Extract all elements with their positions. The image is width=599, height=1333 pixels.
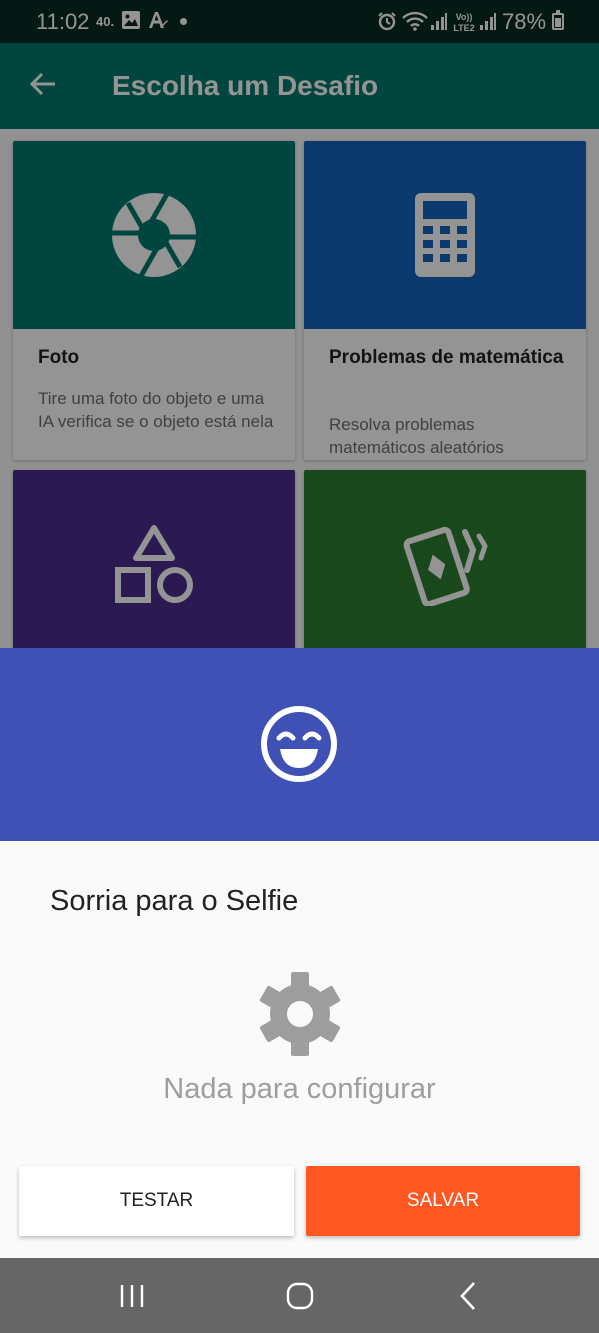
dialog-title: Sorria para o Selfie <box>50 885 299 917</box>
gear-icon <box>259 972 341 1056</box>
dialog-header <box>0 648 599 841</box>
nav-back-button[interactable] <box>418 1258 518 1333</box>
save-button[interactable]: SALVAR <box>306 1166 580 1236</box>
home-icon <box>286 1282 314 1309</box>
recent-apps-icon <box>120 1284 144 1307</box>
dialog-body: Sorria para o Selfie Nada para configura… <box>0 841 599 1258</box>
test-button[interactable]: TESTAR <box>19 1166 294 1236</box>
smiling-face-icon <box>261 706 337 782</box>
recent-apps-button[interactable] <box>82 1258 182 1333</box>
system-nav-bar <box>0 1258 599 1333</box>
empty-settings-message: Nada para configurar <box>163 1073 436 1105</box>
dialog-scrim[interactable] <box>0 0 599 649</box>
home-button[interactable] <box>250 1258 350 1333</box>
back-icon <box>460 1281 475 1310</box>
